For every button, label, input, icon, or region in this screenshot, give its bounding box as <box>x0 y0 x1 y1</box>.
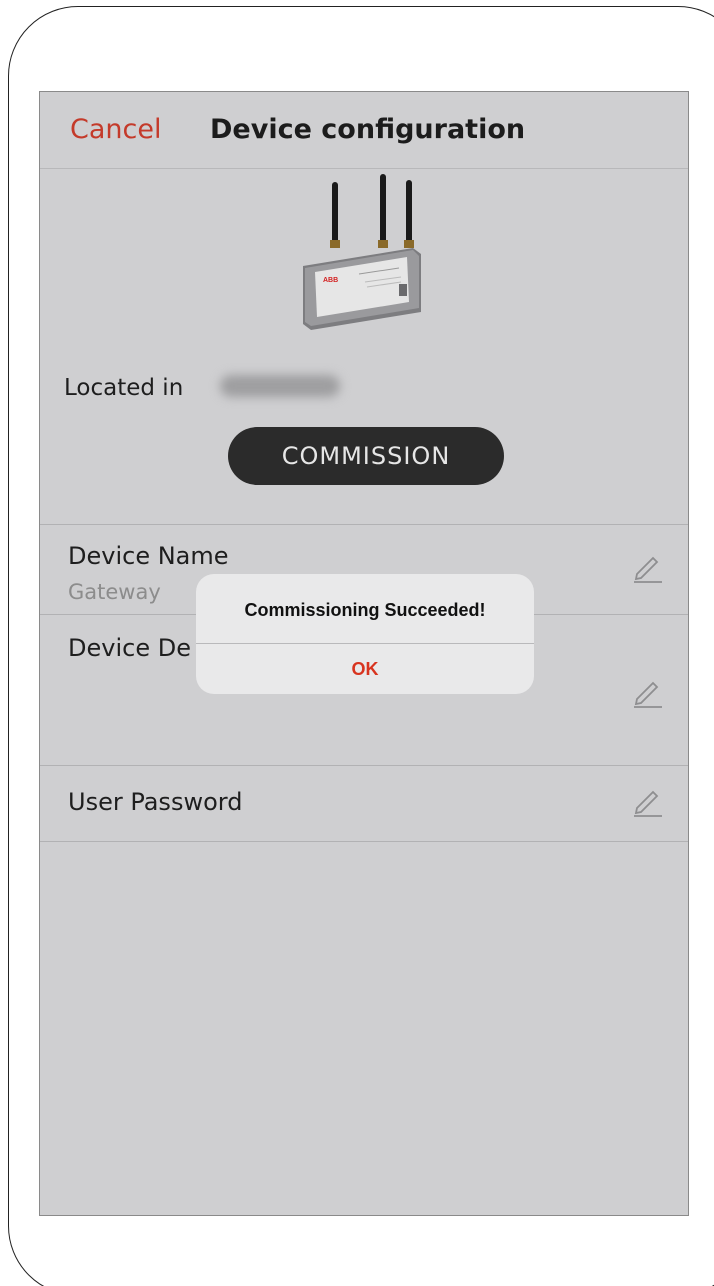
pencil-icon[interactable] <box>631 550 665 584</box>
divider <box>40 524 688 525</box>
device-brand-text: ABB <box>323 277 338 284</box>
antenna-middle <box>380 174 386 244</box>
commission-button[interactable]: COMMISSION <box>228 427 504 485</box>
device-description-label: Device De <box>68 634 191 662</box>
alert-dialog: Commissioning Succeeded! OK <box>196 574 534 694</box>
cancel-button[interactable]: Cancel <box>70 114 161 145</box>
navigation-bar: Cancel Device configuration <box>40 92 688 169</box>
pencil-icon[interactable] <box>631 675 665 709</box>
antenna-left <box>332 182 338 244</box>
alert-title: Commissioning Succeeded! <box>244 600 486 620</box>
user-password-label: User Password <box>68 788 243 816</box>
antenna-right <box>406 180 412 244</box>
page-title: Device configuration <box>210 114 526 145</box>
ok-button[interactable]: OK <box>196 644 534 694</box>
divider <box>40 841 688 842</box>
pencil-icon[interactable] <box>631 784 665 818</box>
located-in-label: Located in <box>64 375 184 401</box>
divider <box>40 765 688 766</box>
location-value-redacted <box>220 375 340 397</box>
device-name-label: Device Name <box>68 542 229 570</box>
gateway-device-image: ABB <box>303 174 421 330</box>
device-name-value: Gateway <box>68 580 161 604</box>
